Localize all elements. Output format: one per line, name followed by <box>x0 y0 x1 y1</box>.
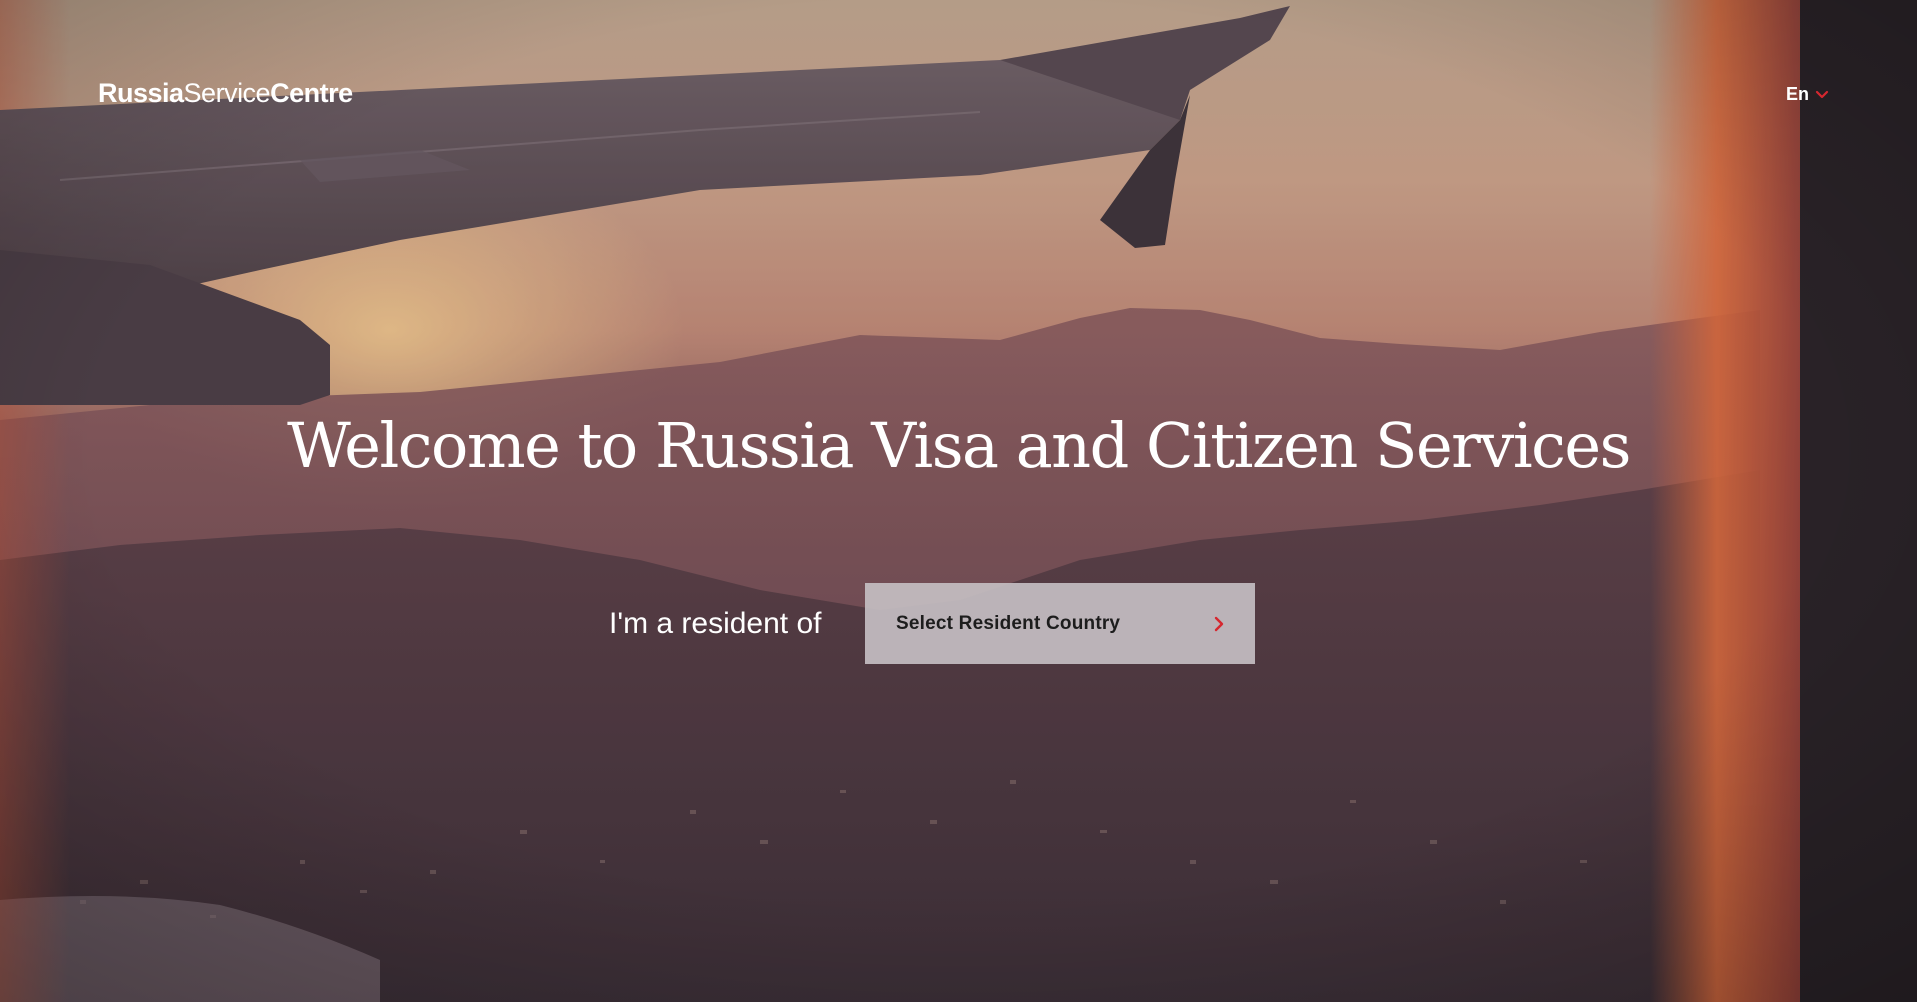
country-select-placeholder: Select Resident Country <box>896 612 1121 634</box>
logo-part-service: Service <box>183 78 271 108</box>
resident-label: I'm a resident of <box>609 606 822 640</box>
background-photo <box>0 0 1917 1002</box>
language-selector[interactable]: En <box>1786 84 1829 105</box>
language-label: En <box>1786 84 1810 104</box>
site-logo[interactable]: RussiaServiceCentre <box>98 78 353 109</box>
chevron-down-icon <box>1815 90 1829 98</box>
logo-part-russia: Russia <box>98 78 184 108</box>
page-title: Welcome to Russia Visa and Citizen Servi… <box>287 409 1631 482</box>
resident-row: I'm a resident of Select Resident Countr… <box>609 583 1255 664</box>
logo-part-centre: Centre <box>270 78 353 108</box>
resident-country-select[interactable]: Select Resident Country <box>865 583 1255 664</box>
chevron-right-icon <box>1214 616 1224 631</box>
hero-section: RussiaServiceCentre En Welcome to Russia… <box>0 0 1917 1002</box>
